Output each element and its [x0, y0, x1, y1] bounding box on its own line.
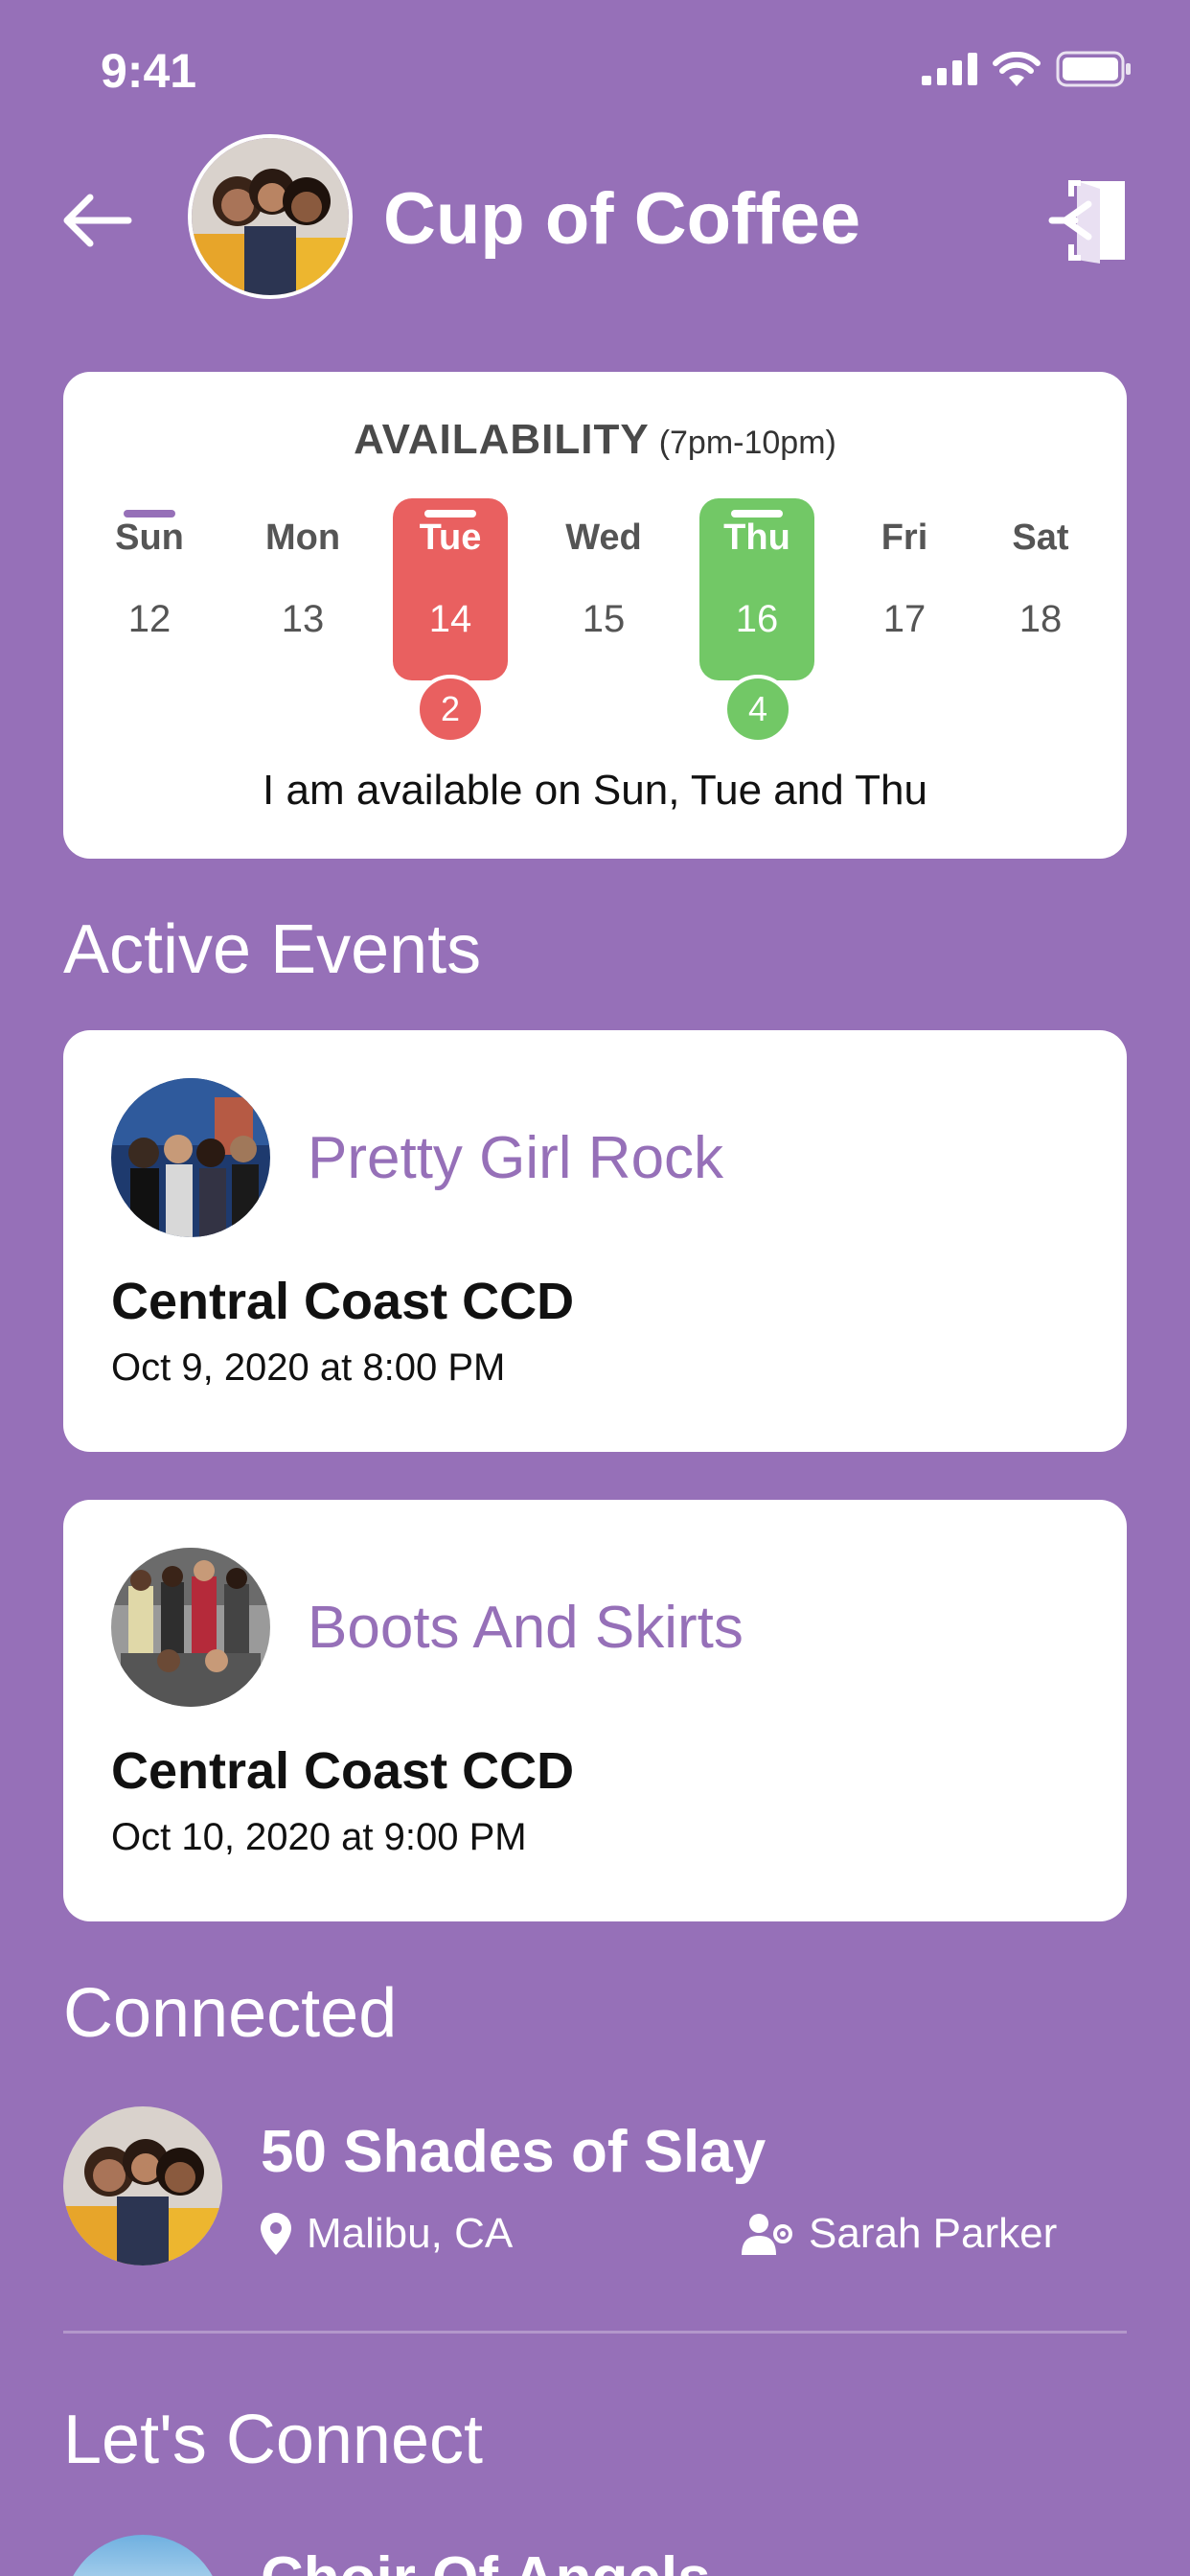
page-title: Cup of Coffee	[383, 178, 861, 260]
day-number: 18	[1018, 598, 1063, 640]
header: Cup of Coffee	[0, 134, 1190, 307]
leader-name: Sarah Parker	[809, 2210, 1058, 2257]
connected-heading: Connected	[63, 1975, 398, 2052]
day-mon[interactable]: Mon 13	[245, 498, 360, 680]
user-gear-icon	[742, 2214, 792, 2255]
status-time: 9:41	[101, 44, 197, 98]
day-number: 12	[127, 598, 172, 640]
active-events-heading: Active Events	[63, 911, 482, 988]
day-thu[interactable]: Thu 16	[699, 498, 814, 680]
exit-door-icon	[1048, 180, 1125, 264]
selected-marker	[731, 510, 783, 518]
event-venue: Central Coast CCD	[111, 1273, 575, 1330]
availability-note: I am available on Sun, Tue and Thu	[263, 767, 927, 814]
event-card[interactable]: Pretty Girl Rock Central Coast CCD Oct 9…	[63, 1030, 1127, 1452]
availability-title: AVAILABILITY	[354, 416, 650, 463]
selected-marker	[424, 510, 476, 518]
day-sat[interactable]: Sat 18	[983, 498, 1098, 680]
location-pin-icon	[261, 2213, 291, 2255]
connected-group-leader: Sarah Parker	[742, 2210, 1057, 2258]
day-number: 16	[735, 598, 779, 640]
battery-icon	[1056, 51, 1131, 87]
back-arrow-icon	[63, 194, 132, 247]
availability-hours: (7pm-10pm)	[658, 425, 836, 461]
event-group-avatar	[111, 1078, 270, 1237]
wifi-icon	[993, 52, 1041, 86]
group-avatar[interactable]	[188, 134, 353, 299]
day-name: Fri	[881, 518, 928, 558]
back-button[interactable]	[57, 182, 134, 259]
day-wed[interactable]: Wed 15	[546, 498, 661, 680]
day-tue[interactable]: Tue 14	[393, 498, 508, 680]
event-group-photo	[111, 1078, 270, 1237]
signal-icon	[922, 53, 977, 85]
lets-connect-heading: Let's Connect	[63, 2402, 484, 2478]
event-group-name: Pretty Girl Rock	[308, 1125, 724, 1191]
connected-group-name: 50 Shades of Slay	[261, 2119, 767, 2185]
availability-card: AVAILABILITY (7pm-10pm) Sun 12 Mon 13 Tue…	[63, 372, 1127, 859]
event-group-name: Boots And Skirts	[308, 1595, 744, 1661]
day-number: 13	[281, 598, 325, 640]
day-sun[interactable]: Sun 12	[92, 498, 207, 680]
suggested-group-avatar	[63, 2535, 222, 2576]
day-name: Mon	[264, 518, 341, 558]
connected-group-item[interactable]: 50 Shades of Slay Malibu, CA Sarah Parke…	[63, 2106, 1127, 2269]
leave-group-button[interactable]	[1040, 172, 1135, 268]
day-number: 15	[582, 598, 626, 640]
event-group-avatar	[111, 1548, 270, 1707]
section-divider	[63, 2331, 1127, 2334]
group-photo	[192, 138, 349, 295]
count-badge-tue: 2	[416, 675, 485, 744]
status-bar: 9:41	[0, 0, 1190, 144]
connected-group-location: Malibu, CA	[261, 2210, 513, 2258]
day-name: Sat	[1012, 518, 1069, 558]
event-venue: Central Coast CCD	[111, 1742, 575, 1800]
connected-group-avatar	[63, 2106, 222, 2266]
selected-marker	[124, 510, 175, 518]
day-number: 14	[428, 598, 472, 640]
event-card[interactable]: Boots And Skirts Central Coast CCD Oct 1…	[63, 1500, 1127, 1921]
availability-header: AVAILABILITY (7pm-10pm)	[63, 416, 1127, 464]
day-name: Sun	[115, 518, 184, 558]
status-icons	[922, 50, 1133, 88]
day-name: Wed	[565, 518, 642, 558]
event-date: Oct 10, 2020 at 9:00 PM	[111, 1816, 527, 1858]
count-badge-thu: 4	[723, 675, 792, 744]
day-name: Thu	[723, 518, 790, 558]
location-text: Malibu, CA	[307, 2210, 514, 2257]
event-date: Oct 9, 2020 at 8:00 PM	[111, 1346, 506, 1389]
day-name: Tue	[419, 518, 482, 558]
suggested-group-name: Choir Of Angels	[261, 2544, 711, 2576]
suggested-group-item[interactable]: Choir Of Angels	[63, 2535, 1127, 2576]
day-fri[interactable]: Fri 17	[847, 498, 962, 680]
day-number: 17	[882, 598, 927, 640]
event-group-photo	[111, 1548, 270, 1707]
connected-group-photo	[63, 2106, 222, 2266]
